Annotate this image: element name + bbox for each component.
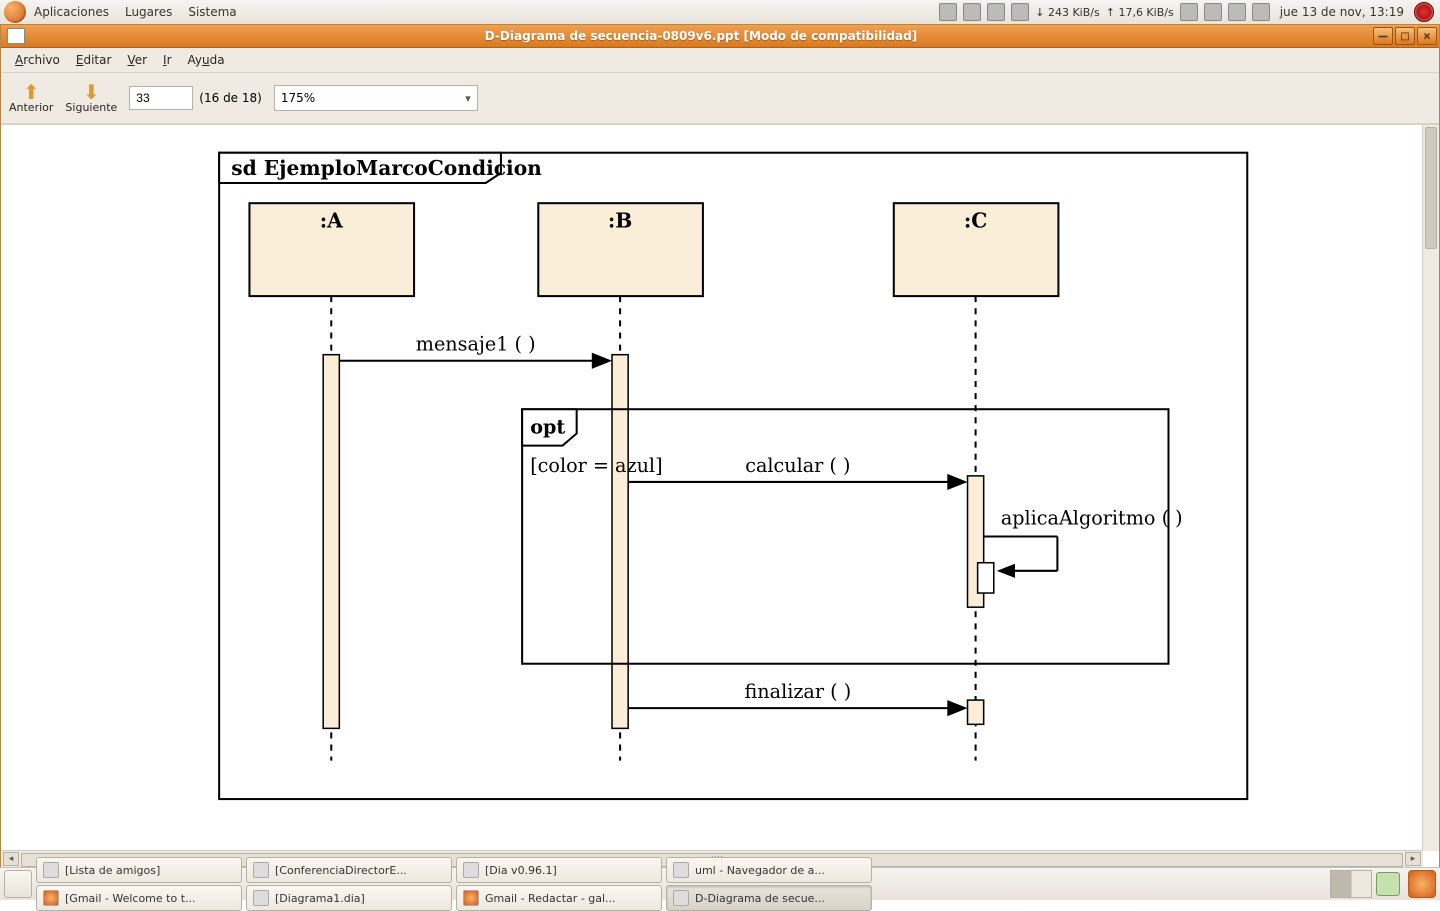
zoom-select[interactable]: 175% ▾ [274,85,478,111]
distro-logo-icon[interactable] [4,1,26,23]
next-label: Siguiente [65,101,117,114]
arrow-up-icon: ⬆ [23,83,40,101]
menu-go[interactable]: Ir [155,51,179,69]
msg-self: aplicaAlgoritmo ( ) [1001,506,1183,529]
clock[interactable]: jue 13 de nov, 13:19 [1276,5,1408,19]
app-icon [253,862,269,878]
app-icon [673,862,689,878]
app-icon [253,890,269,906]
slide-canvas[interactable]: sd EjemploMarcoCondicion :A :B :C [1,125,1423,851]
msg-calcular: calcular ( ) [745,454,850,477]
menu-edit[interactable]: Editar [68,51,120,69]
app-icon [463,862,479,878]
window-title: D-Diagrama de secuencia-0809v6.ppt [Modo… [31,29,1371,43]
scrollbar-thumb[interactable] [1425,127,1437,249]
frame-label: sd EjemploMarcoCondicion [231,156,542,180]
app-window: D-Diagrama de secuencia-0809v6.ppt [Modo… [0,24,1440,868]
opt-label: opt [530,415,565,438]
firefox-icon [463,890,479,906]
zoom-value: 175% [281,91,315,105]
tray-icon[interactable] [963,3,981,21]
task-button[interactable]: [Dia v0.96.1] [456,857,662,883]
app-toolbar: ⬆ Anterior ⬇ Siguiente (16 de 18) 175% ▾ [1,73,1439,124]
task-button[interactable]: [Lista de amigos] [36,857,242,883]
menu-places[interactable]: Lugares [117,5,180,19]
net-up: ↑ 17,6 KiB/s [1106,6,1174,19]
power-icon[interactable] [1414,2,1434,22]
volume-icon[interactable] [1252,3,1270,21]
scroll-left-button[interactable]: ◂ [3,852,19,866]
menu-help[interactable]: Ayuda [180,51,233,69]
prev-label: Anterior [9,101,53,114]
window-close-button[interactable]: × [1417,27,1437,45]
task-button[interactable]: [ConferenciaDirectorE... [246,857,452,883]
task-button[interactable]: uml - Navegador de a... [666,857,872,883]
tray-icon[interactable] [1204,3,1222,21]
task-button[interactable]: Gmail - Redactar - gal... [456,885,662,911]
show-desktop-button[interactable] [4,870,32,898]
vertical-scrollbar[interactable] [1422,125,1439,851]
app-icon [673,890,689,906]
lifeline-a: :A [320,208,343,232]
app-menubar: Archivo Editar Ver Ir Ayuda [1,48,1439,73]
page-of-label: (16 de 18) [199,91,262,105]
document-viewport: sd EjemploMarcoCondicion :A :B :C [1,124,1439,867]
page-number-input[interactable] [129,86,193,110]
task-button[interactable]: [Gmail - Welcome to t... [36,885,242,911]
firefox-icon [43,890,59,906]
window-titlebar[interactable]: D-Diagrama de secuencia-0809v6.ppt [Modo… [1,25,1439,48]
menu-system[interactable]: Sistema [180,5,244,19]
tray-icon[interactable] [987,3,1005,21]
tray-icon[interactable] [1228,3,1246,21]
tray-icon[interactable] [1011,3,1029,21]
page-controls: (16 de 18) [129,86,262,110]
tray-icon[interactable] [1376,872,1400,896]
menu-file[interactable]: Archivo [7,51,68,69]
menu-view[interactable]: Ver [119,51,155,69]
net-down: ↓ 243 KiB/s [1035,6,1099,19]
tray-icon[interactable] [1180,3,1198,21]
lifeline-b: :B [608,208,633,232]
arrow-down-icon: ⬇ [83,83,100,101]
opt-guard: [color = azul] [530,454,662,477]
trash-icon[interactable] [1408,870,1436,898]
msg-finalizar: finalizar ( ) [745,680,852,703]
window-maximize-button[interactable]: □ [1395,27,1415,45]
document-icon [7,28,25,44]
msg-mensaje1: mensaje1 ( ) [416,333,536,356]
sequence-diagram: sd EjemploMarcoCondicion :A :B :C [1,125,1423,851]
app-icon [43,862,59,878]
next-page-button[interactable]: ⬇ Siguiente [65,83,117,114]
tray-icon[interactable] [939,3,957,21]
lifeline-c: :C [964,208,988,232]
system-tray: ↓ 243 KiB/s ↑ 17,6 KiB/s jue 13 de nov, … [939,2,1440,22]
chevron-down-icon: ▾ [465,92,471,105]
scroll-right-button[interactable]: ▸ [1405,852,1421,866]
task-button-active[interactable]: D-Diagrama de secue... [666,885,872,911]
prev-page-button[interactable]: ⬆ Anterior [9,83,53,114]
task-button[interactable]: [Diagrama1.dia] [246,885,452,911]
system-panel-bottom: [Lista de amigos] [Gmail - Welcome to t.… [0,867,1440,900]
menu-applications[interactable]: Aplicaciones [26,5,117,19]
workspace-switcher[interactable] [1330,870,1372,898]
window-minimize-button[interactable]: — [1373,27,1393,45]
system-panel-top: Aplicaciones Lugares Sistema ↓ 243 KiB/s… [0,0,1440,25]
